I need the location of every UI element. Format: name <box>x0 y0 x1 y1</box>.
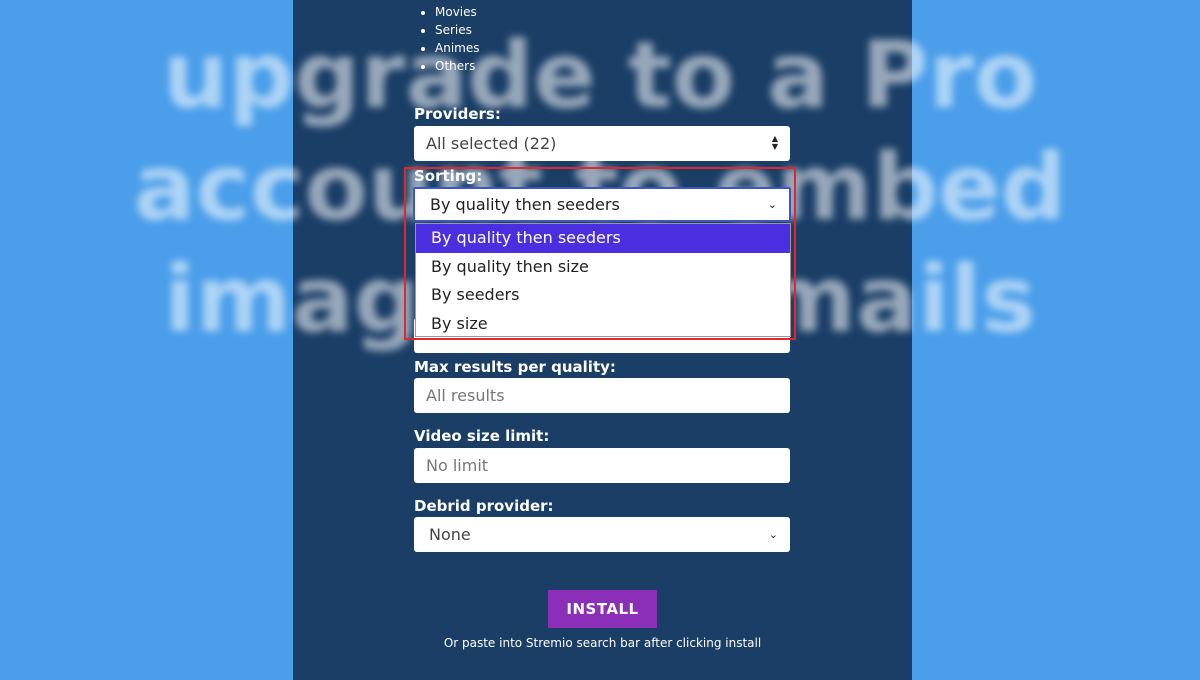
debrid-select[interactable]: None ⌄ <box>414 517 790 552</box>
sorting-value: By quality then seeders <box>430 195 620 214</box>
size-limit-label: Video size limit: <box>414 427 550 445</box>
chevron-down-icon: ⌄ <box>768 528 778 541</box>
providers-value: All selected (22) <box>426 134 557 153</box>
sorting-label: Sorting: <box>414 167 483 185</box>
size-limit-input[interactable]: No limit <box>414 448 790 483</box>
max-results-label: Max results per quality: <box>414 358 616 376</box>
catalog-list: Movies Series Animes Others <box>415 3 479 75</box>
catalog-item-animes: Animes <box>435 39 479 57</box>
catalog-item-movies: Movies <box>435 3 479 21</box>
debrid-value: None <box>429 525 471 544</box>
providers-label: Providers: <box>414 105 501 123</box>
sorting-option-quality-size[interactable]: By quality then size <box>416 253 790 282</box>
sorting-dropdown: By quality then seeders By quality then … <box>415 223 791 337</box>
sorting-option-seeders[interactable]: By seeders <box>416 281 790 310</box>
sorting-option-size[interactable]: By size <box>416 310 790 339</box>
install-hint: Or paste into Stremio search bar after c… <box>443 636 762 650</box>
debrid-label: Debrid provider: <box>414 497 554 515</box>
size-limit-placeholder: No limit <box>426 456 489 475</box>
catalog-item-series: Series <box>435 21 479 39</box>
sorting-option-quality-seeders[interactable]: By quality then seeders <box>416 224 790 253</box>
sorting-select[interactable]: By quality then seeders ⌄ <box>413 187 791 222</box>
max-results-input[interactable]: All results <box>414 378 790 413</box>
providers-multiselect[interactable]: All selected (22) ▲ ▼ <box>414 126 790 161</box>
catalog-item-others: Others <box>435 57 479 75</box>
install-button[interactable]: INSTALL <box>548 590 657 628</box>
updown-arrows-icon: ▲ ▼ <box>771 134 778 151</box>
chevron-down-icon: ⌄ <box>767 198 777 211</box>
max-results-placeholder: All results <box>426 386 505 405</box>
